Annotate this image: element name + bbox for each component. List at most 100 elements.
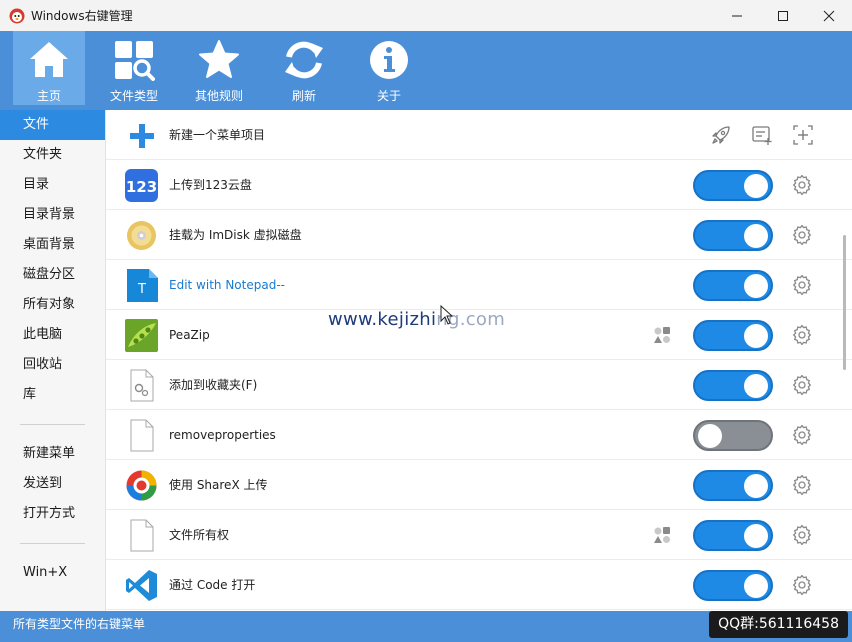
toolbar-home-label: 主页 xyxy=(36,89,61,103)
gear-icon[interactable] xyxy=(792,325,812,345)
vertical-scrollbar[interactable] xyxy=(843,235,846,370)
sidebar-item-file[interactable]: 文件 xyxy=(0,110,105,140)
menu-item-label: 通过 Code 打开 xyxy=(169,578,256,592)
menu-item-row[interactable]: removeproperties xyxy=(106,410,852,460)
status-text: 所有类型文件的右键菜单 xyxy=(13,617,146,631)
enable-toggle[interactable] xyxy=(693,520,773,551)
enable-toggle[interactable] xyxy=(693,270,773,301)
toolbar-about-label: 关于 xyxy=(376,89,401,103)
svg-text:T: T xyxy=(137,282,146,297)
toolbar-file-types-label: 文件类型 xyxy=(109,89,158,103)
menu-item-row[interactable]: 通过 Code 打开 xyxy=(106,560,852,610)
toolbar-refresh-label: 刷新 xyxy=(291,89,316,103)
menu-item-label: PeaZip xyxy=(169,327,210,342)
add-target-icon[interactable] xyxy=(792,124,814,146)
list-actions xyxy=(710,124,833,146)
new-menu-item-row[interactable]: 新建一个菜单项目 xyxy=(106,110,852,160)
blank-file-icon xyxy=(125,519,158,552)
sidebar-item-desktop-background[interactable]: 桌面背景 xyxy=(0,230,105,260)
enable-toggle[interactable] xyxy=(693,570,773,601)
menu-item-row[interactable]: 文件所有权 xyxy=(106,510,852,560)
enable-toggle[interactable] xyxy=(693,370,773,401)
sidebar-item-this-pc[interactable]: 此电脑 xyxy=(0,320,105,350)
gear-icon[interactable] xyxy=(792,425,812,445)
menu-item-row[interactable]: 使用 ShareX 上传 xyxy=(106,460,852,510)
mouse-cursor-icon xyxy=(440,305,454,325)
gear-icon[interactable] xyxy=(792,175,812,195)
sidebar-item-recycle-bin[interactable]: 回收站 xyxy=(0,350,105,380)
enable-toggle[interactable] xyxy=(693,470,773,501)
rocket-icon[interactable] xyxy=(710,124,732,146)
title-bar: Windows右键管理 xyxy=(0,0,852,31)
enable-toggle[interactable] xyxy=(693,220,773,251)
enable-toggle[interactable] xyxy=(693,170,773,201)
main-toolbar: 主页 文件类型 其他规则 刷新 关于 xyxy=(0,31,852,110)
sidebar-item-send-to[interactable]: 发送到 xyxy=(0,469,105,499)
add-note-icon[interactable] xyxy=(751,124,773,146)
window-controls xyxy=(714,0,852,31)
minimize-icon xyxy=(732,15,742,16)
menu-item-label: 添加到收藏夹(F) xyxy=(169,378,258,392)
sidebar-item-folder[interactable]: 文件夹 xyxy=(0,140,105,170)
sidebar-item-all-objects[interactable]: 所有对象 xyxy=(0,290,105,320)
star-icon xyxy=(199,40,239,78)
menu-item-label: 文件所有权 xyxy=(169,528,230,542)
sharex-icon xyxy=(125,469,158,502)
maximize-icon xyxy=(778,10,788,21)
sidebar-divider xyxy=(20,424,85,425)
sidebar-divider xyxy=(20,543,85,544)
gear-icon[interactable] xyxy=(792,475,812,495)
enable-toggle[interactable] xyxy=(693,420,773,451)
vscode-icon xyxy=(125,569,158,602)
menu-item-row[interactable]: 添加到收藏夹(F) xyxy=(106,360,852,410)
shapes-icon[interactable] xyxy=(652,525,672,545)
refresh-icon xyxy=(285,41,323,79)
blank-file-icon xyxy=(125,419,158,452)
sidebar-item-open-with[interactable]: 打开方式 xyxy=(0,499,105,529)
gear-icon[interactable] xyxy=(792,525,812,545)
gear-icon[interactable] xyxy=(792,225,812,245)
enable-toggle[interactable] xyxy=(693,320,773,351)
toolbar-home[interactable]: 主页 xyxy=(13,31,85,105)
home-icon xyxy=(30,42,68,77)
file-types-icon xyxy=(115,41,155,81)
app-logo-icon xyxy=(9,8,25,23)
123pan-icon: 123 xyxy=(125,169,158,202)
menu-item-row[interactable]: 123 上传到123云盘 xyxy=(106,160,852,210)
shapes-icon[interactable] xyxy=(652,325,672,345)
maximize-button[interactable] xyxy=(760,0,806,31)
plus-icon xyxy=(125,119,158,152)
menu-item-label: removeproperties xyxy=(169,427,276,442)
close-icon xyxy=(823,10,835,21)
gear-icon[interactable] xyxy=(792,275,812,295)
menu-item-list: 新建一个菜单项目 123 上传到123云盘 挂载为 ImDisk 虚拟磁盘 T … xyxy=(106,110,852,611)
sidebar-item-library[interactable]: 库 xyxy=(0,380,105,410)
menu-item-row[interactable]: T Edit with Notepad-- xyxy=(106,260,852,310)
peazip-icon xyxy=(125,319,158,352)
menu-item-row[interactable]: 挂载为 ImDisk 虚拟磁盘 xyxy=(106,210,852,260)
toolbar-other-rules[interactable]: 其他规则 xyxy=(183,31,255,105)
sidebar-item-directory[interactable]: 目录 xyxy=(0,170,105,200)
toolbar-refresh[interactable]: 刷新 xyxy=(268,31,340,105)
gear-icon[interactable] xyxy=(792,575,812,595)
menu-item-label: 上传到123云盘 xyxy=(169,178,252,192)
toolbar-about[interactable]: 关于 xyxy=(353,31,425,105)
gear-icon[interactable] xyxy=(792,375,812,395)
svg-text:123: 123 xyxy=(126,178,157,196)
notepad-icon: T xyxy=(125,269,158,302)
sidebar-item-drive[interactable]: 磁盘分区 xyxy=(0,260,105,290)
sidebar-item-directory-background[interactable]: 目录背景 xyxy=(0,200,105,230)
watermark: www.kejizhing.com xyxy=(328,309,505,330)
generic-settings-file-icon xyxy=(125,369,158,402)
sidebar-item-new-menu[interactable]: 新建菜单 xyxy=(0,439,105,469)
app-window: Windows右键管理 主页 文件类型 其他规则 刷新 关于 文件 文件夹 目录… xyxy=(0,0,852,642)
sidebar-item-win-x[interactable]: Win+X xyxy=(0,558,105,588)
sidebar: 文件 文件夹 目录 目录背景 桌面背景 磁盘分区 所有对象 此电脑 回收站 库 … xyxy=(0,110,106,611)
toolbar-file-types[interactable]: 文件类型 xyxy=(98,31,170,105)
close-button[interactable] xyxy=(806,0,852,31)
minimize-button[interactable] xyxy=(714,0,760,31)
window-title: Windows右键管理 xyxy=(31,9,133,23)
qq-group-badge: QQ群:561116458 xyxy=(709,611,848,638)
watermark-main: www.kejizhi xyxy=(328,309,437,330)
disc-icon xyxy=(125,219,158,252)
